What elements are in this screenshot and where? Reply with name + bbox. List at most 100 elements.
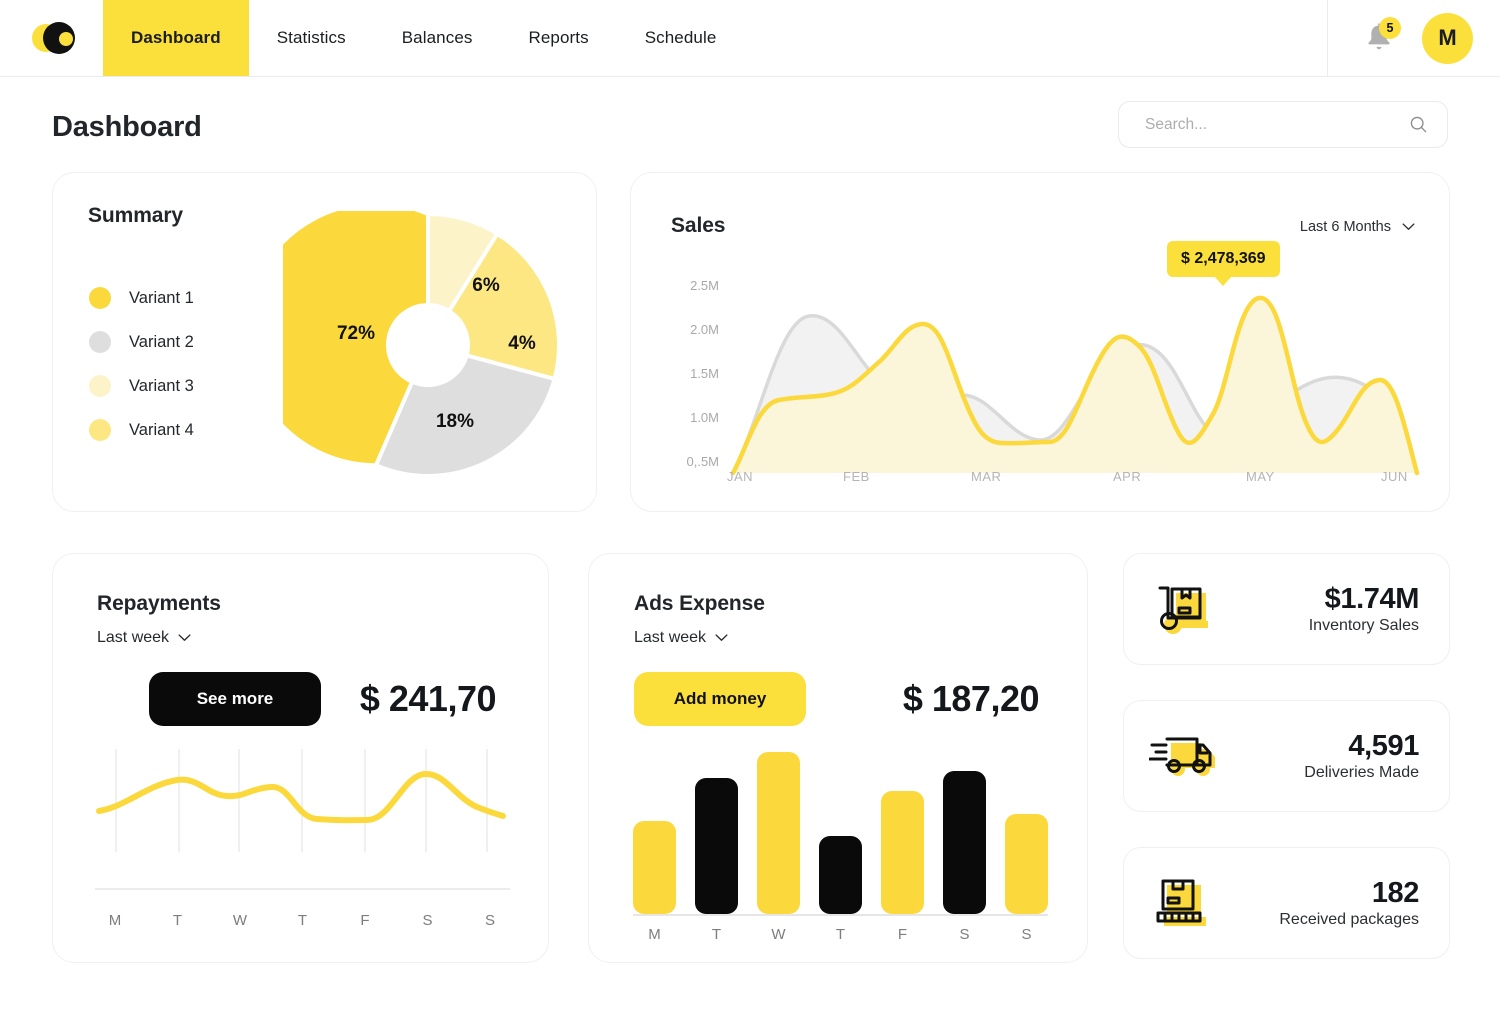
repayments-range-dropdown[interactable]: Last week xyxy=(97,629,191,647)
repayments-day-labels: M T W T F S S xyxy=(95,912,510,929)
bar-w[interactable] xyxy=(757,752,800,914)
stat-text: $1.74M Inventory Sales xyxy=(1242,583,1449,634)
donut-label-variant3: 6% xyxy=(472,275,500,296)
sales-range-dropdown[interactable]: Last 6 Months xyxy=(1300,219,1415,235)
bar-t1[interactable] xyxy=(695,778,738,914)
stat-value: 4,591 xyxy=(1348,730,1419,763)
ads-axis-line xyxy=(633,914,1048,916)
stat-label: Received packages xyxy=(1279,910,1419,928)
sales-title: Sales xyxy=(671,214,726,237)
bar-s2[interactable] xyxy=(1005,814,1048,914)
search-icon[interactable] xyxy=(1408,114,1429,135)
stat-label: Inventory Sales xyxy=(1308,616,1419,634)
sales-area-chart xyxy=(661,268,1421,483)
ads-expense-card: Ads Expense Last week Add money $ 187,20… xyxy=(588,553,1088,963)
repayments-card: Repayments Last week See more $ 241,70 M… xyxy=(52,553,549,963)
legend-color-dot xyxy=(89,287,111,309)
bar-t2[interactable] xyxy=(819,836,862,914)
avatar-initial: M xyxy=(1438,25,1457,50)
notifications-button[interactable]: 5 xyxy=(1362,17,1401,55)
donut-label-variant4: 4% xyxy=(508,333,536,354)
day-label: S xyxy=(1021,926,1032,943)
search-box[interactable] xyxy=(1118,101,1448,148)
day-label: M xyxy=(108,912,122,929)
app-logo[interactable] xyxy=(0,0,103,76)
nav-label: Reports xyxy=(528,28,589,47)
day-label: F xyxy=(360,912,370,929)
nav-item-balances[interactable]: Balances xyxy=(374,0,501,76)
legend-color-dot xyxy=(89,375,111,397)
legend-item[interactable]: Variant 2 xyxy=(89,320,194,364)
user-avatar[interactable]: M xyxy=(1422,12,1473,64)
summary-legend: Variant 1 Variant 2 Variant 3 Variant 4 xyxy=(89,276,194,452)
notification-badge: 5 xyxy=(1379,17,1401,39)
summary-title: Summary xyxy=(88,204,184,227)
ads-amount: $ 187,20 xyxy=(902,678,1040,719)
add-money-button[interactable]: Add money xyxy=(634,672,806,726)
chevron-down-icon xyxy=(1402,223,1415,230)
day-label: F xyxy=(897,926,908,943)
legend-item[interactable]: Variant 3 xyxy=(89,364,194,408)
nav-item-schedule[interactable]: Schedule xyxy=(617,0,745,76)
nav-item-reports[interactable]: Reports xyxy=(500,0,616,76)
day-label: W xyxy=(771,926,786,943)
chevron-down-icon xyxy=(715,634,728,641)
legend-label: Variant 4 xyxy=(129,420,194,439)
day-label: T xyxy=(835,926,846,943)
legend-color-dot xyxy=(89,331,111,353)
nav-item-dashboard[interactable]: Dashboard xyxy=(103,0,249,76)
donut-label-variant2: 18% xyxy=(436,411,474,432)
ads-range-label: Last week xyxy=(634,629,707,646)
top-navigation-bar: Dashboard Statistics Balances Reports Sc… xyxy=(0,0,1500,77)
day-label: T xyxy=(172,912,183,929)
nav-tabs: Dashboard Statistics Balances Reports Sc… xyxy=(103,0,744,76)
day-label: S xyxy=(484,912,495,929)
stat-value: 182 xyxy=(1371,877,1420,910)
sales-card: Sales Last 6 Months 2.5M 2.0M 1.5M 1.0M … xyxy=(630,172,1450,512)
legend-item[interactable]: Variant 1 xyxy=(89,276,194,320)
delivery-truck-icon xyxy=(1124,733,1242,779)
stat-text: 4,591 Deliveries Made xyxy=(1242,730,1449,781)
bar-s1[interactable] xyxy=(943,771,986,914)
ads-range-dropdown[interactable]: Last week xyxy=(634,629,728,647)
day-label: S xyxy=(959,926,970,943)
sales-value-tooltip: $ 2,478,369 xyxy=(1167,241,1280,286)
day-label: T xyxy=(297,912,308,929)
stat-card-received-packages[interactable]: 182 Received packages xyxy=(1123,847,1450,959)
repayments-line-chart xyxy=(95,749,510,909)
summary-card: Summary Variant 1 Variant 2 Variant 3 Va… xyxy=(52,172,597,512)
repayments-gridlines xyxy=(115,749,488,852)
stat-text: 182 Received packages xyxy=(1242,877,1449,928)
stat-card-inventory-sales[interactable]: $1.74M Inventory Sales xyxy=(1123,553,1450,665)
nav-actions: 5 M xyxy=(1327,0,1500,76)
stat-value: $1.74M xyxy=(1324,583,1420,616)
nav-label: Dashboard xyxy=(131,28,221,47)
page-header: Dashboard xyxy=(0,77,1500,172)
day-label: M xyxy=(648,926,661,943)
day-label: S xyxy=(422,912,433,929)
repayments-line xyxy=(96,771,506,824)
stat-card-deliveries-made[interactable]: 4,591 Deliveries Made xyxy=(1123,700,1450,812)
stat-label: Deliveries Made xyxy=(1304,763,1419,781)
hand-truck-icon xyxy=(1124,583,1242,635)
nav-item-statistics[interactable]: Statistics xyxy=(249,0,374,76)
bar-m[interactable] xyxy=(633,821,676,914)
search-input[interactable] xyxy=(1145,115,1408,134)
see-more-button[interactable]: See more xyxy=(149,672,321,726)
legend-color-dot xyxy=(89,419,111,441)
page-title: Dashboard xyxy=(52,111,202,143)
donut-hole xyxy=(386,303,470,387)
ads-bar-chart xyxy=(633,749,1048,914)
legend-item[interactable]: Variant 4 xyxy=(89,408,194,452)
chevron-down-icon xyxy=(178,634,191,641)
nav-label: Balances xyxy=(401,28,473,47)
legend-label: Variant 1 xyxy=(129,288,194,307)
dashboard-page: Dashboard Statistics Balances Reports Sc… xyxy=(0,0,1500,1012)
pallet-box-icon xyxy=(1124,877,1242,929)
repayments-title: Repayments xyxy=(97,592,221,615)
bar-f[interactable] xyxy=(881,791,924,914)
repayments-amount: $ 241,70 xyxy=(359,678,497,719)
nav-label: Statistics xyxy=(276,28,346,47)
legend-label: Variant 3 xyxy=(129,376,194,395)
